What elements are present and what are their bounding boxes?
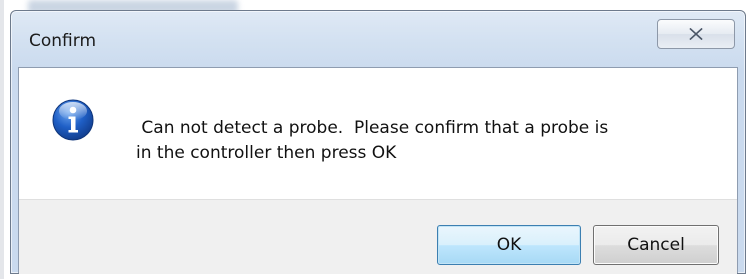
cancel-button[interactable]: Cancel xyxy=(593,225,719,265)
dialog-client-area: Can not detect a probe. Please confirm t… xyxy=(18,67,738,274)
dialog-title: Confirm xyxy=(29,31,97,51)
message-area: Can not detect a probe. Please confirm t… xyxy=(19,68,737,199)
close-x-icon xyxy=(689,28,703,40)
dialog-button-bar: OK Cancel xyxy=(19,199,737,274)
background-window-edge xyxy=(0,0,4,279)
info-icon xyxy=(52,99,94,141)
ok-button[interactable]: OK xyxy=(437,225,581,265)
dialog-message: Can not detect a probe. Please confirm t… xyxy=(136,118,609,163)
close-button[interactable] xyxy=(657,19,735,49)
confirm-dialog: Confirm Can not detect a probe. Please c… xyxy=(10,10,746,274)
dialog-titlebar[interactable]: Confirm xyxy=(11,11,745,71)
